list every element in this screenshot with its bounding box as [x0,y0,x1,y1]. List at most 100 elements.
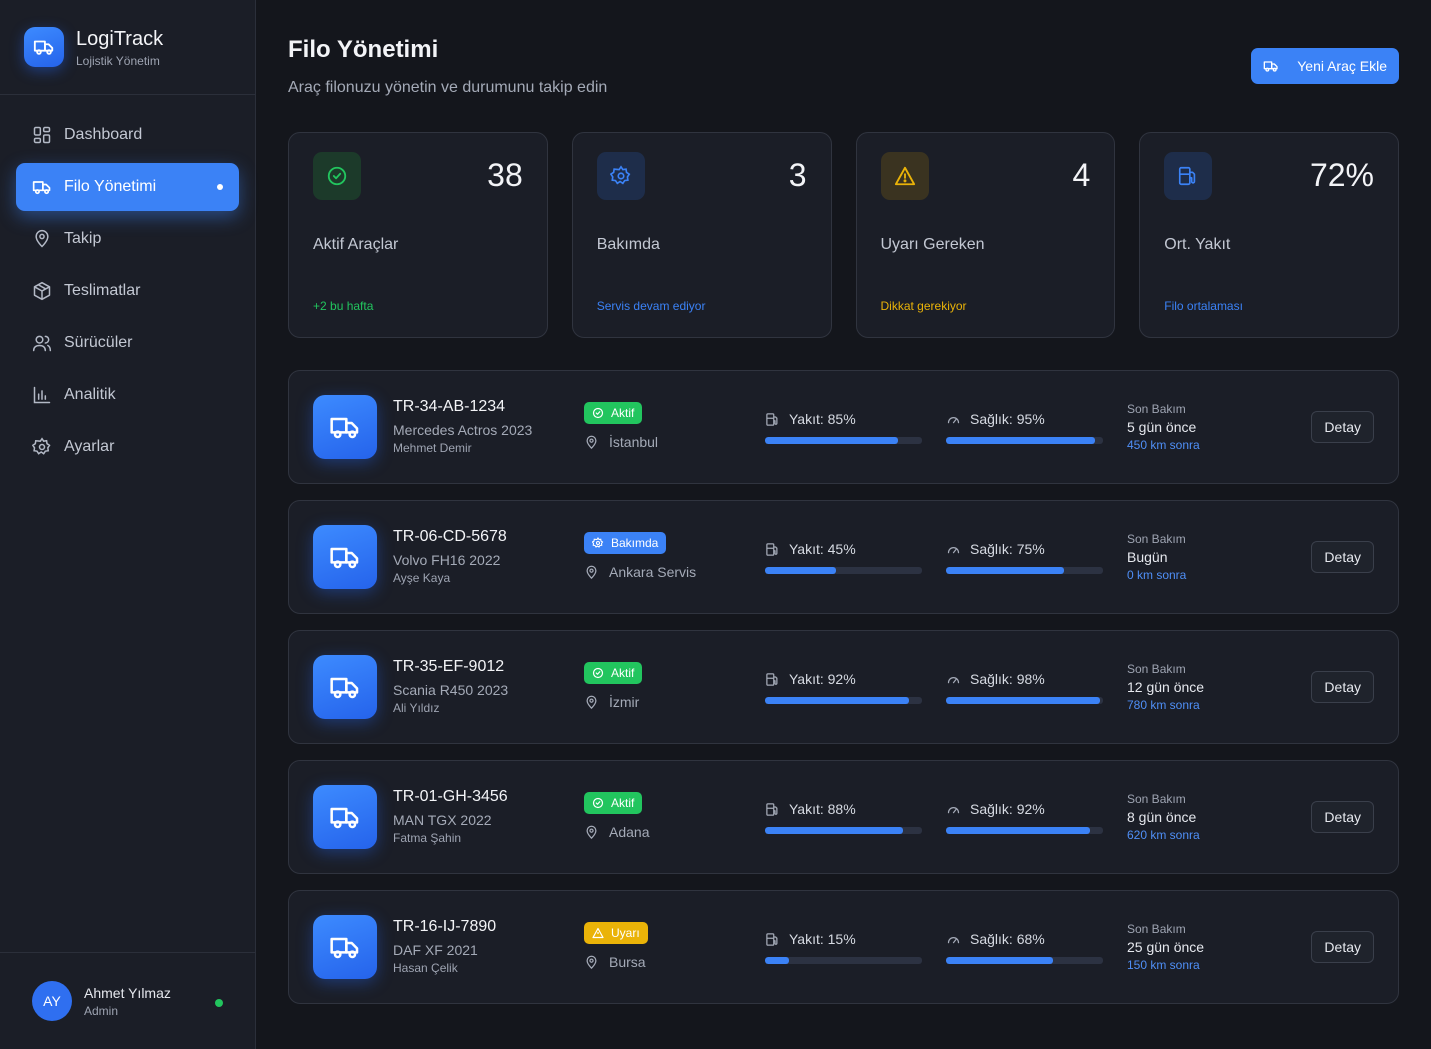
vehicle-driver: Ayşe Kaya [393,571,451,585]
main-content: Filo Yönetimi Araç filonuzu yönetin ve d… [288,0,1399,1020]
vehicle-driver: Hasan Çelik [393,961,458,975]
status-badge: Aktif [584,662,643,684]
sidebar-item-label: Teslimatlar [64,282,141,299]
user-name: Ahmet Yılmaz [84,984,171,1001]
maintenance-next: 150 km sonra [1127,958,1200,972]
fuel-bar-fill [765,697,910,704]
sidebar-item-takip[interactable]: Takip [16,215,239,263]
health-label: Sağlık: 68% [970,931,1045,947]
sidebar-item-dashboard[interactable]: Dashboard [16,111,239,159]
health-bar-fill [946,827,1091,834]
check-circle-icon [313,152,361,200]
vehicle-location: İzmir [584,694,639,710]
truck-icon [313,395,377,459]
health-metric: Sağlık: 95% [946,409,1103,444]
vehicle-location: Ankara Servis [584,564,696,580]
brand-subtitle: Lojistik Yönetim [76,53,160,68]
avatar: AY [32,981,72,1021]
detail-button[interactable]: Detay [1311,411,1374,443]
stat-card: 38 Aktif Araçlar +2 bu hafta [288,132,548,338]
stat-note: Filo ortalaması [1164,299,1243,313]
check-circle-icon [592,797,604,809]
map-pin-icon [584,435,599,450]
maintenance-info: Son Bakım 5 gün önce 450 km sonra [1127,402,1200,452]
status-badge: Bakımda [584,532,667,554]
gauge-icon [946,542,961,557]
sidebar-item-label: Takip [64,230,102,247]
health-bar [946,567,1103,574]
sidebar-item-analitik[interactable]: Analitik [16,371,239,419]
vehicle-card: TR-34-AB-1234 Mercedes Actros 2023 Mehme… [288,370,1399,484]
maintenance-label: Son Bakım [1127,922,1186,936]
add-vehicle-button[interactable]: Yeni Araç Ekle [1251,48,1399,84]
stat-card: 3 Bakımda Servis devam ediyor [571,132,832,338]
location-label: Ankara Servis [609,564,697,580]
sidebar-item-label: Dashboard [64,126,143,143]
vehicle-model: MAN TGX 2022 [393,812,492,828]
page-subtitle: Araç filonuzu yönetin ve durumunu takip … [288,79,608,96]
stat-label: Ort. Yakıt [1164,236,1231,253]
warning-icon [880,152,929,200]
maintenance-next: 780 km sonra [1127,698,1200,712]
stat-value: 3 [788,157,807,193]
fuel-bar [765,697,922,704]
detail-button[interactable]: Detay [1311,801,1374,833]
detail-button[interactable]: Detay [1311,671,1374,703]
status-label: Bakımda [611,536,659,550]
fuel-label: Yakıt: 15% [789,931,856,947]
fuel-label: Yakıt: 85% [789,411,856,427]
fuel-metric: Yakıt: 45% [765,539,922,574]
truck-icon [313,655,377,719]
stat-label: Aktif Araçlar [313,236,399,253]
fuel-icon [1164,152,1213,200]
gauge-icon [946,932,961,947]
brand-title: LogiTrack [76,27,164,50]
detail-button[interactable]: Detay [1311,931,1374,963]
stats-row: 38 Aktif Araçlar +2 bu hafta 3 Bakımda S… [288,132,1399,338]
gear-icon [592,537,604,549]
vehicle-card: TR-16-IJ-7890 DAF XF 2021 Hasan Çelik Uy… [288,890,1399,1004]
bar-chart-icon [32,385,52,405]
maintenance-info: Son Bakım 8 gün önce 620 km sonra [1127,792,1200,842]
vehicle-model: Mercedes Actros 2023 [393,422,533,438]
maintenance-date: Bugün [1127,549,1168,565]
active-indicator [217,184,223,190]
status-badge: Aktif [584,402,643,424]
status-label: Aktif [611,796,635,810]
maintenance-label: Son Bakım [1127,792,1186,806]
sidebar-item-label: Filo Yönetimi [64,178,157,195]
detail-button[interactable]: Detay [1311,541,1374,573]
fuel-bar-fill [765,957,789,964]
vehicle-location: Bursa [584,954,646,970]
sidebar-item-label: Analitik [64,386,116,403]
vehicle-plate: TR-35-EF-9012 [393,658,505,675]
fuel-bar-fill [765,567,836,574]
sidebar-item-ayarlar[interactable]: Ayarlar [16,423,239,471]
health-label: Sağlık: 95% [970,411,1045,427]
gear-icon [596,152,645,200]
sidebar-nav: Dashboard Filo Yönetimi Takip Teslimatla… [0,95,255,471]
health-label: Sağlık: 98% [970,671,1045,687]
sidebar-item-suruculer[interactable]: Sürücüler [16,319,239,367]
sidebar-item-teslimatlar[interactable]: Teslimatlar [16,267,239,315]
status-label: Aktif [611,406,635,420]
maintenance-label: Son Bakım [1127,662,1186,676]
fuel-metric: Yakıt: 85% [765,409,922,444]
health-metric: Sağlık: 98% [946,669,1103,704]
sidebar-item-filo-yonetimi[interactable]: Filo Yönetimi [16,163,239,211]
gauge-icon [946,672,961,687]
fuel-icon [765,542,780,557]
vehicle-plate: TR-16-IJ-7890 [393,918,497,935]
fuel-bar [765,957,922,964]
vehicle-list: TR-34-AB-1234 Mercedes Actros 2023 Mehme… [288,370,1399,1004]
stat-note: Servis devam ediyor [596,299,706,313]
health-bar [946,697,1103,704]
truck-icon [313,915,377,979]
user-profile[interactable]: AY Ahmet Yılmaz Admin [0,952,255,1049]
vehicle-card: TR-06-CD-5678 Volvo FH16 2022 Ayşe Kaya … [288,500,1399,614]
vehicle-location: Adana [584,824,649,840]
vehicle-model: DAF XF 2021 [393,942,478,958]
maintenance-info: Son Bakım Bugün 0 km sonra [1127,532,1186,582]
maintenance-next: 450 km sonra [1127,438,1200,452]
map-pin-icon [584,955,599,970]
